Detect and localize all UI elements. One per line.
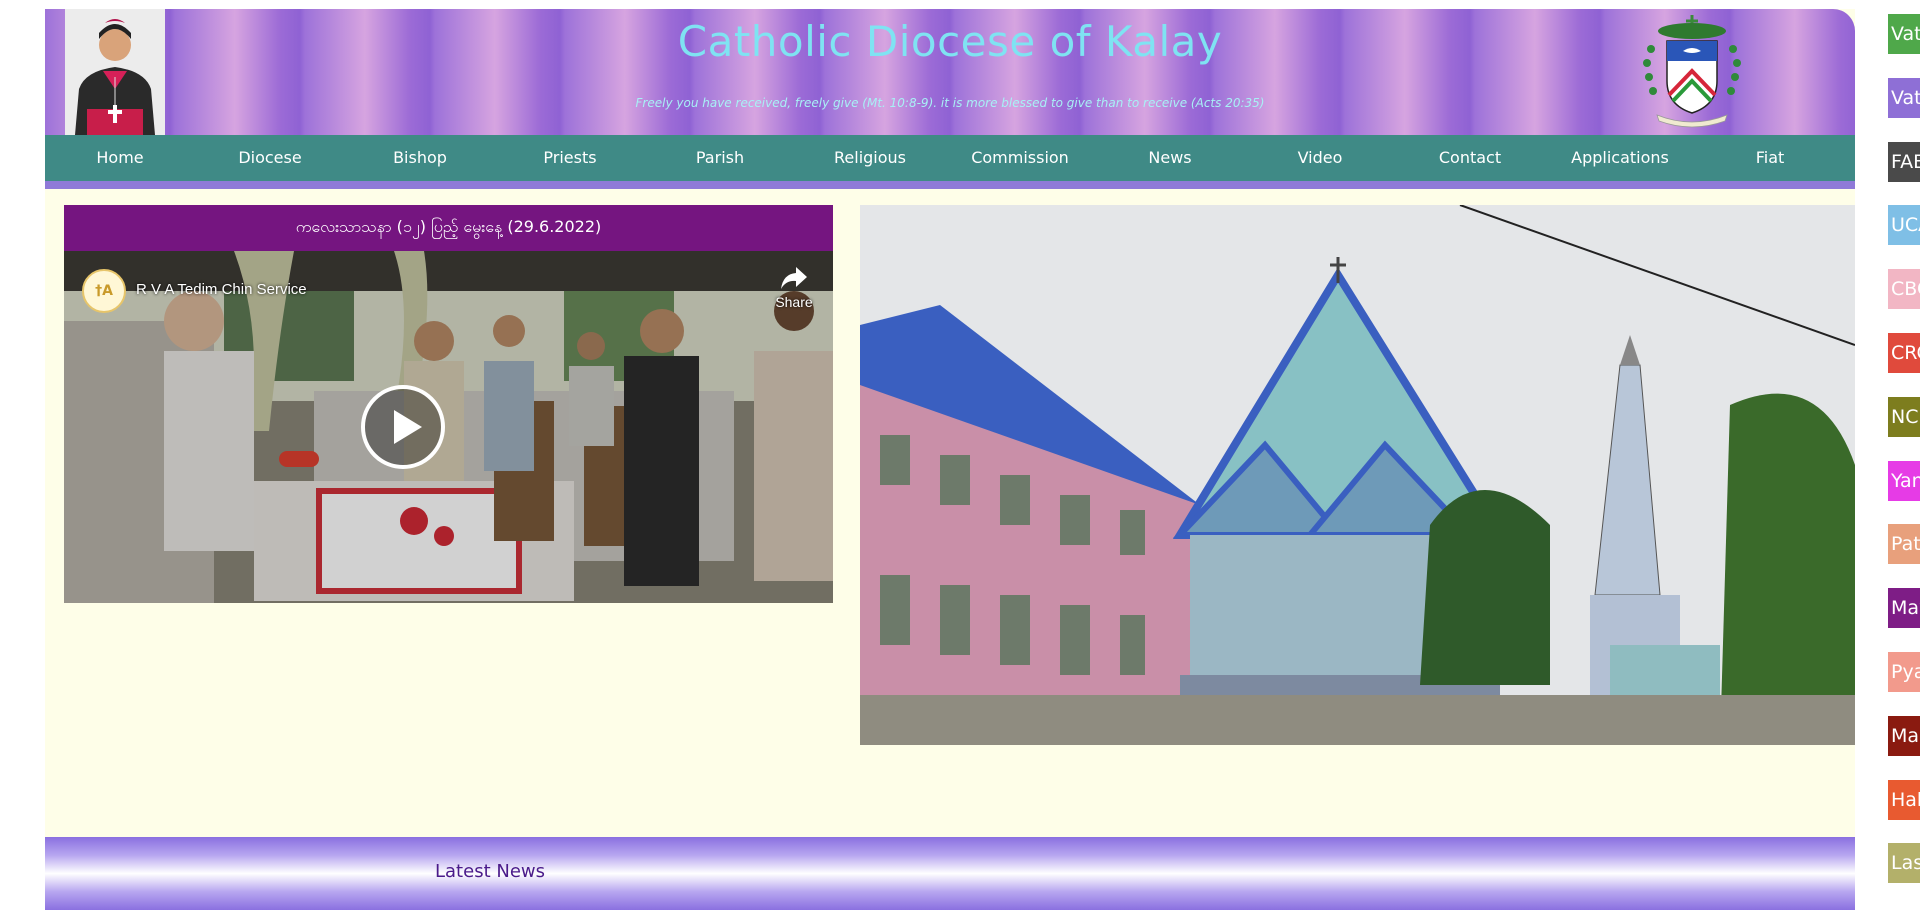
video-card: ကလေးသာသနာ (၁၂) ပြည့် မွေးနေ့ (29.6.2022) [64,205,833,603]
site-title: Catholic Diocese of Kalay [677,17,1223,66]
video-title: ကလေးသာသနာ (၁၂) ပြည့် မွေးနေ့ (29.6.2022) [64,205,833,251]
side-link[interactable]: NCI [1888,396,1920,437]
nav-item-diocese[interactable]: Diocese [195,135,345,181]
nav-item-video[interactable]: Video [1245,135,1395,181]
video-player[interactable]: †A R V A Tedim Chin Service Share [64,251,833,603]
side-link[interactable]: UCA [1888,205,1920,246]
side-link[interactable]: Pya [1888,652,1920,692]
side-links-panel: Vat Vat FAE UCA CBC CRC NCI Yan Pat Maw Pya Mar Hak L… [1888,0,1920,910]
side-link[interactable]: Vat [1888,77,1920,118]
nav-item-priests[interactable]: Priests [495,135,645,181]
side-link[interactable]: Hak [1888,779,1920,820]
coat-of-arms-logo [1637,9,1747,129]
play-icon [361,385,445,469]
nav-item-contact[interactable]: Contact [1395,135,1545,181]
side-link[interactable]: Maw [1888,588,1920,629]
cathedral-photo [860,205,1855,745]
nav-item-parish[interactable]: Parish [645,135,795,181]
site-header: Catholic Diocese of Kalay Freely you hav… [45,9,1855,135]
share-label: Share [775,294,813,310]
side-link[interactable]: Vat [1888,14,1920,54]
main-navbar: Home Diocese Bishop Priests Parish Relig… [45,135,1855,189]
share-button[interactable]: Share [764,265,824,325]
nav-item-commission[interactable]: Commission [945,135,1095,181]
side-link[interactable]: CBC [1888,269,1920,310]
side-link[interactable]: Pat [1888,524,1920,565]
side-link[interactable]: Mar [1888,715,1920,756]
channel-name-link[interactable]: R V A Tedim Chin Service [136,281,307,298]
site-tagline: Freely you have received, freely give (M… [635,96,1265,110]
play-button[interactable] [360,384,446,470]
nav-item-bishop[interactable]: Bishop [345,135,495,181]
nav-item-news[interactable]: News [1095,135,1245,181]
nav-item-home[interactable]: Home [45,135,195,181]
share-arrow-icon [781,267,807,289]
channel-logo-icon[interactable]: †A [82,269,126,313]
nav-item-applications[interactable]: Applications [1545,135,1695,181]
nav-item-fiat[interactable]: Fiat [1695,135,1845,181]
latest-news-heading: Latest News [435,861,545,882]
side-link[interactable]: CRC [1888,333,1920,373]
side-link[interactable]: FAE [1888,141,1920,182]
nav-item-religious[interactable]: Religious [795,135,945,181]
side-link[interactable]: Yan [1888,460,1920,501]
video-thumbnail [64,251,833,603]
side-link[interactable]: Las [1888,843,1920,884]
site-container: Catholic Diocese of Kalay Freely you hav… [45,9,1855,910]
latest-news-bar: Latest News [45,837,1855,910]
